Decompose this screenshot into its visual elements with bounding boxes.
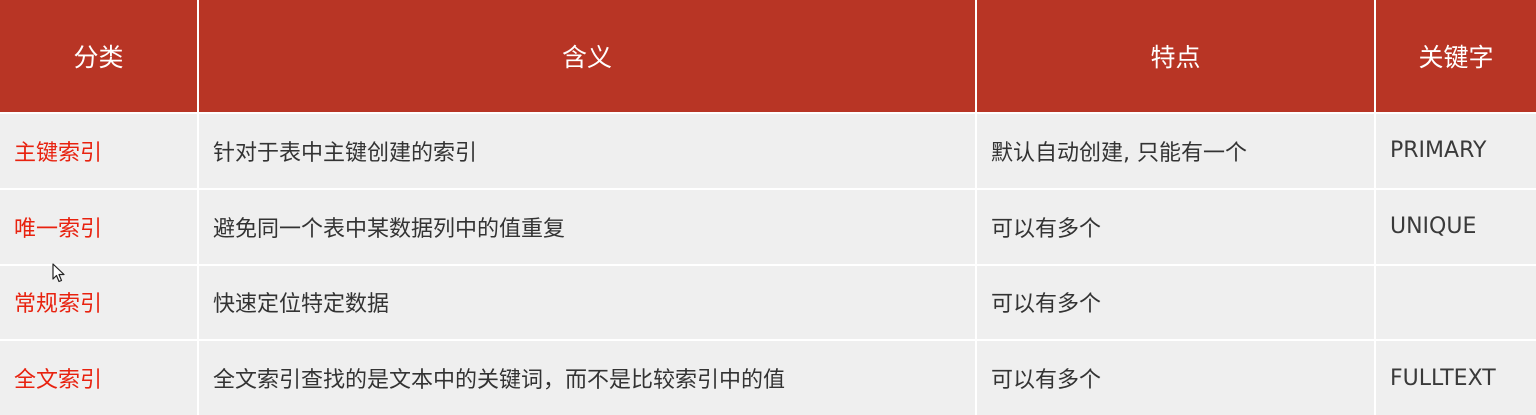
row-category: 全文索引	[0, 339, 199, 415]
row-feature: 默认自动创建, 只能有一个	[976, 112, 1376, 189]
header-meaning: 含义	[198, 0, 977, 113]
table-row: 常规索引 快速定位特定数据 可以有多个	[0, 263, 1536, 341]
row-meaning: 全文索引查找的是文本中的关键词，而不是比较索引中的值	[198, 339, 977, 415]
index-types-table: 分类 含义 特点 关键字 主键索引 针对于表中主键创建的索引 默认自动创建, 只…	[0, 0, 1536, 415]
row-meaning: 快速定位特定数据	[198, 263, 977, 341]
row-keyword: FULLTEXT	[1375, 339, 1536, 415]
table-header-row: 分类 含义 特点 关键字	[0, 0, 1536, 113]
table-row: 主键索引 针对于表中主键创建的索引 默认自动创建, 只能有一个 PRIMARY	[0, 112, 1536, 189]
header-feature: 特点	[976, 0, 1376, 113]
row-category: 常规索引	[0, 263, 199, 341]
row-feature: 可以有多个	[976, 263, 1376, 341]
row-keyword	[1375, 263, 1536, 341]
row-feature: 可以有多个	[976, 187, 1376, 265]
row-category: 主键索引	[0, 112, 199, 189]
table-row: 全文索引 全文索引查找的是文本中的关键词，而不是比较索引中的值 可以有多个 FU…	[0, 339, 1536, 415]
row-keyword: UNIQUE	[1375, 187, 1536, 265]
row-feature: 可以有多个	[976, 339, 1376, 415]
row-meaning: 针对于表中主键创建的索引	[198, 112, 977, 189]
header-keyword: 关键字	[1375, 0, 1536, 113]
row-meaning: 避免同一个表中某数据列中的值重复	[198, 187, 977, 265]
row-category: 唯一索引	[0, 187, 199, 265]
table-row: 唯一索引 避免同一个表中某数据列中的值重复 可以有多个 UNIQUE	[0, 187, 1536, 265]
mouse-pointer-icon	[52, 263, 65, 283]
header-category: 分类	[0, 0, 199, 113]
row-keyword: PRIMARY	[1375, 112, 1536, 189]
